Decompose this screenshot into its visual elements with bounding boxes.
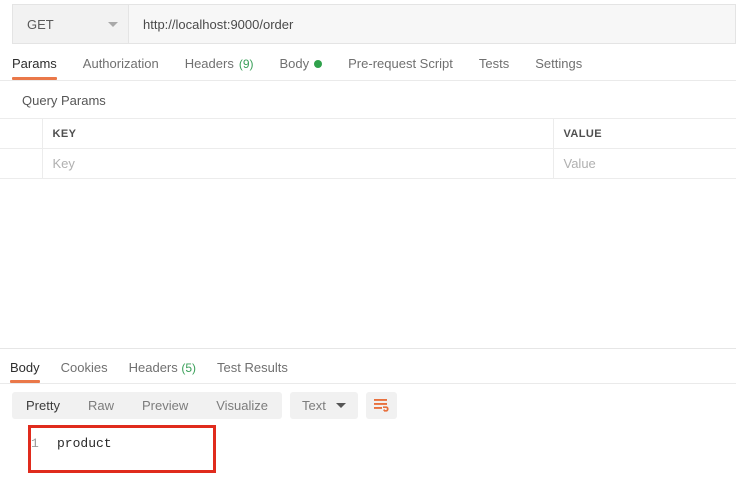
param-value-input[interactable]: Value: [553, 148, 736, 179]
response-tab-cookies-label: Cookies: [60, 360, 108, 375]
column-header-value: VALUE: [553, 118, 736, 149]
tab-body[interactable]: Body: [280, 56, 323, 80]
response-tab-headers[interactable]: Headers (5): [129, 360, 196, 383]
tab-body-label: Body: [279, 56, 310, 71]
tab-pre-request-script[interactable]: Pre-request Script: [348, 56, 453, 80]
request-pane-empty-space: [0, 179, 736, 347]
tab-pre-request-script-label: Pre-request Script: [348, 56, 453, 71]
view-preview-button[interactable]: Preview: [128, 392, 202, 419]
tab-authorization-label: Authorization: [82, 56, 159, 71]
tab-settings[interactable]: Settings: [535, 56, 582, 80]
response-tab-body[interactable]: Body: [10, 360, 40, 383]
line-content: product: [57, 436, 112, 451]
http-method-label: GET: [27, 16, 54, 32]
select-all-cell: [0, 118, 43, 149]
table-header-row: KEY VALUE: [0, 118, 736, 149]
response-tab-test-results-label: Test Results: [217, 360, 288, 375]
wrap-text-button[interactable]: [365, 392, 397, 419]
chevron-down-icon: [108, 21, 118, 27]
wrap-text-icon: [373, 399, 389, 412]
response-view-switcher: Pretty Raw Preview Visualize: [12, 392, 283, 419]
tab-tests-label: Tests: [478, 56, 510, 71]
tab-params-label: Params: [12, 56, 57, 71]
tab-authorization[interactable]: Authorization: [83, 56, 159, 80]
column-header-key: KEY: [42, 118, 554, 149]
response-body-viewer[interactable]: 1 product: [0, 425, 736, 473]
tab-tests[interactable]: Tests: [479, 56, 509, 80]
body-indicator-dot-icon: [314, 59, 323, 68]
view-visualize-button[interactable]: Visualize: [202, 392, 282, 419]
param-key-input[interactable]: Key: [42, 148, 554, 179]
response-tab-test-results[interactable]: Test Results: [217, 360, 288, 383]
response-tab-cookies[interactable]: Cookies: [61, 360, 108, 383]
query-params-table: KEY VALUE Key Value: [0, 118, 736, 179]
response-tab-bar: Body Cookies Headers (5) Test Results: [0, 349, 736, 384]
tab-headers-label: Headers: [184, 56, 234, 71]
tab-settings-label: Settings: [535, 56, 583, 71]
view-pretty-button[interactable]: Pretty: [12, 392, 74, 419]
response-tab-headers-count: (5): [181, 361, 197, 375]
chevron-down-icon: [335, 403, 346, 408]
url-input[interactable]: http://localhost:9000/order: [128, 4, 736, 44]
table-row: Key Value: [0, 148, 736, 179]
response-tab-body-label: Body: [10, 360, 40, 375]
tab-headers[interactable]: Headers (9): [185, 56, 254, 80]
request-url-bar: GET http://localhost:9000/order: [0, 0, 736, 44]
request-tab-bar: Params Authorization Headers (9) Body Pr…: [0, 44, 736, 81]
line-number: 1: [31, 436, 39, 451]
response-tab-headers-label: Headers: [128, 360, 178, 375]
response-toolbar: Pretty Raw Preview Visualize Text: [0, 384, 736, 419]
response-format-label: Text: [302, 398, 326, 413]
query-params-title: Query Params: [22, 93, 106, 108]
tab-headers-count: (9): [238, 56, 254, 71]
row-checkbox-cell[interactable]: [0, 148, 43, 179]
code-line: 1 product: [12, 425, 736, 451]
response-format-select[interactable]: Text: [290, 392, 358, 419]
view-raw-button[interactable]: Raw: [74, 392, 128, 419]
tab-params[interactable]: Params: [12, 56, 57, 80]
http-method-select[interactable]: GET: [12, 4, 128, 44]
